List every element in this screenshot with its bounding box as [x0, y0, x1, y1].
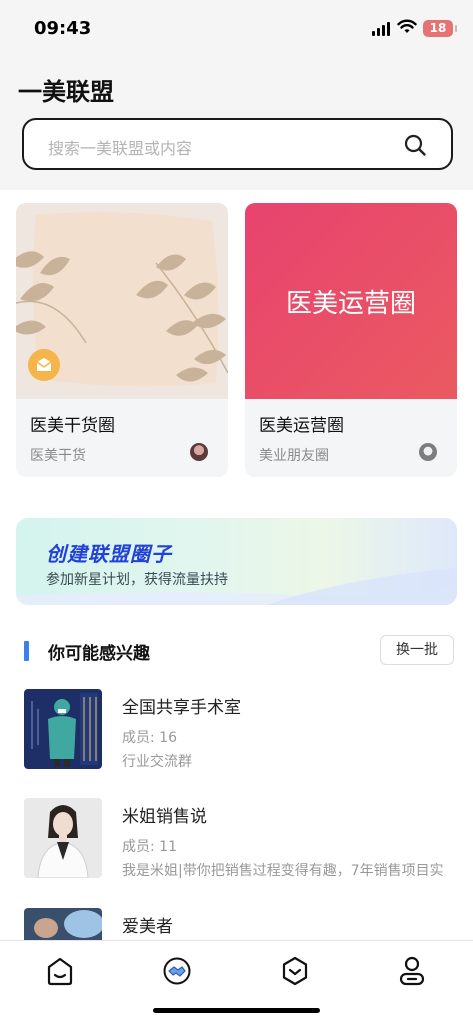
banner-title: 创建联盟圈子 — [46, 542, 172, 566]
recommend-section-header: 你可能感兴趣 换一批 — [0, 632, 473, 668]
group-description: 我是米姐|带你把销售过程变得有趣，7年销售项目实 — [122, 863, 444, 879]
refresh-button[interactable]: 换一批 — [380, 635, 454, 665]
wifi-icon — [397, 19, 417, 33]
circle-subtitle: 医美干货 — [30, 448, 86, 464]
circle-card-operations[interactable]: 医美运营圈 医美运营圈 美业朋友圈 — [245, 203, 457, 477]
home-icon[interactable] — [40, 951, 80, 991]
circle-cover-image: 医美运营圈 — [245, 203, 457, 399]
circle-card-dry-goods[interactable]: 医美干货圈 医美干货 — [16, 203, 228, 477]
circle-cards: 医美干货圈 医美干货 医美运营圈 医美运营圈 美业朋友圈 — [0, 190, 473, 490]
page-title: 一美联盟 — [18, 78, 114, 106]
group-name: 爱美者 — [122, 917, 173, 937]
group-name: 全国共享手术室 — [122, 698, 241, 718]
circle-name: 医美运营圈 — [259, 416, 344, 436]
list-item[interactable]: 全国共享手术室 成员: 16 行业交流群 — [0, 689, 473, 789]
create-circle-banner[interactable]: 创建联盟圈子 参加新星计划，获得流量扶持 — [16, 518, 457, 605]
hexagon-icon[interactable] — [275, 951, 315, 991]
avatar — [190, 443, 208, 461]
home-indicator[interactable] — [153, 1008, 320, 1013]
group-thumbnail — [24, 798, 102, 878]
status-time: 09:43 — [34, 18, 92, 39]
group-description: 行业交流群 — [122, 754, 192, 770]
circle-cover-text: 医美运营圈 — [285, 289, 416, 319]
group-name: 米姐销售说 — [122, 807, 207, 827]
circle-badge-icon — [28, 349, 60, 381]
circle-subtitle: 美业朋友圈 — [259, 448, 329, 464]
section-title: 你可能感兴趣 — [48, 644, 150, 664]
search-placeholder: 搜索一美联盟或内容 — [48, 139, 193, 158]
group-members: 成员: 11 — [122, 839, 177, 855]
alliance-handshake-icon[interactable] — [157, 951, 197, 991]
cellular-signal-icon — [372, 22, 390, 36]
circle-name: 医美干货圈 — [30, 416, 115, 436]
avatar — [419, 443, 437, 461]
search-input[interactable]: 搜索一美联盟或内容 — [22, 118, 453, 170]
search-icon[interactable] — [403, 133, 427, 157]
group-thumbnail — [24, 689, 102, 769]
status-bar: 09:43 18 — [0, 0, 473, 56]
battery-icon: 18 — [423, 20, 457, 37]
header: 一美联盟 搜索一美联盟或内容 — [0, 56, 473, 190]
group-members: 成员: 16 — [122, 730, 177, 746]
list-item[interactable]: 米姐销售说 成员: 11 我是米姐|带你把销售过程变得有趣，7年销售项目实 — [0, 798, 473, 898]
section-accent-bar — [24, 641, 29, 661]
banner-subtitle: 参加新星计划，获得流量扶持 — [46, 572, 228, 588]
profile-icon[interactable] — [392, 951, 432, 991]
